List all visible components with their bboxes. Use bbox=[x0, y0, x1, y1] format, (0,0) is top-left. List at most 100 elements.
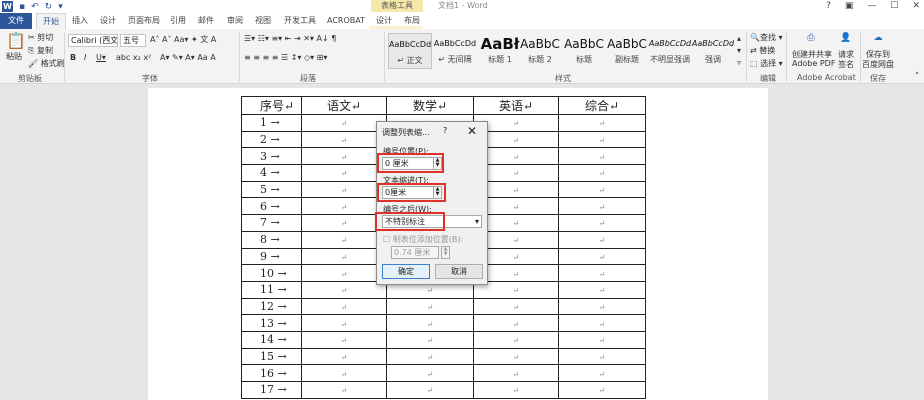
text-effects-icon[interactable]: A▾ ✎▾ A▾ Aa A bbox=[160, 53, 216, 62]
style-subtitle[interactable]: AaBbC 副标题 bbox=[605, 33, 649, 69]
font-name-select[interactable]: Calibri (西文正 bbox=[68, 34, 118, 47]
customize-toolbar-icon[interactable]: ▾ bbox=[58, 2, 63, 12]
italic-icon[interactable]: I bbox=[84, 53, 86, 62]
tab-review[interactable]: 审阅 bbox=[227, 13, 243, 29]
table-cell[interactable]: ↵ bbox=[386, 330, 474, 349]
table-cell[interactable]: ↵ bbox=[386, 297, 474, 316]
table-cell[interactable]: ↵ bbox=[301, 214, 387, 232]
table-cell[interactable]: ↵ bbox=[473, 314, 559, 332]
tab-developer[interactable]: 开发工具 bbox=[284, 13, 316, 29]
row-number[interactable]: 8 → bbox=[241, 230, 302, 249]
table-cell[interactable]: ↵ bbox=[558, 347, 646, 366]
table-cell[interactable]: ↵ bbox=[558, 330, 646, 349]
row-number[interactable]: 1 → bbox=[241, 114, 302, 132]
table-cell[interactable]: ↵ bbox=[301, 280, 387, 299]
spin-down-icon[interactable]: ▼ bbox=[442, 252, 449, 257]
bullets-icon[interactable]: ☰▾ ☷▾ ≡▾ ⇤ ⇥ ✕▾ A↓ ¶ bbox=[244, 34, 336, 43]
align-left-icon[interactable]: ≡ ≡ ≡ ≡ ☰ ↕▾ ◇▾ ⊞▾ bbox=[244, 53, 327, 62]
styles-scroll-icon[interactable]: ▴ ▾ ▿ bbox=[737, 33, 741, 69]
row-number[interactable]: 15 → bbox=[241, 347, 302, 366]
style-normal[interactable]: AaBbCcDd ↵ 正文 bbox=[388, 33, 432, 69]
strikethrough-icon[interactable]: abc x₂ x² bbox=[116, 53, 151, 62]
find-button[interactable]: 🔍查找 ▾ bbox=[750, 32, 783, 43]
row-number[interactable]: 10 → bbox=[241, 264, 302, 282]
table-cell[interactable]: ↵ bbox=[558, 264, 646, 282]
row-number[interactable]: 13 → bbox=[241, 314, 302, 332]
table-cell[interactable]: ↵ bbox=[301, 247, 387, 266]
row-number[interactable]: 9 → bbox=[241, 247, 302, 266]
header-cell-index[interactable]: 序号↵ bbox=[241, 96, 302, 115]
help-icon[interactable]: ? bbox=[826, 0, 831, 12]
redo-icon[interactable]: ↻ bbox=[45, 2, 53, 12]
bold-icon[interactable]: B bbox=[70, 53, 76, 62]
style-heading-2[interactable]: AaBbC 标题 2 bbox=[518, 33, 562, 69]
table-cell[interactable]: ↵ bbox=[558, 314, 646, 332]
table-cell[interactable]: ↵ bbox=[558, 364, 646, 382]
tab-acrobat[interactable]: ACROBAT bbox=[327, 13, 365, 29]
table-cell[interactable]: ↵ bbox=[301, 180, 387, 199]
table-cell[interactable]: ↵ bbox=[558, 230, 646, 249]
table-cell[interactable]: ↵ bbox=[386, 347, 474, 366]
ok-button[interactable]: 确定 bbox=[382, 264, 430, 279]
format-painter-button[interactable]: 🖌 格式刷 bbox=[28, 58, 65, 69]
row-number[interactable]: 17 → bbox=[241, 381, 302, 399]
tab-mailings[interactable]: 邮件 bbox=[198, 13, 214, 29]
table-cell[interactable]: ↵ bbox=[301, 264, 387, 282]
header-cell-chinese[interactable]: 语文↵ bbox=[301, 96, 387, 115]
row-number[interactable]: 11 → bbox=[241, 280, 302, 299]
style-subtle-emphasis[interactable]: AaBbCcDd 不明显强调 bbox=[648, 33, 692, 69]
row-number[interactable]: 16 → bbox=[241, 364, 302, 382]
close-icon[interactable]: ✕ bbox=[912, 0, 920, 12]
minimize-icon[interactable]: — bbox=[867, 0, 876, 12]
table-cell[interactable]: ↵ bbox=[301, 381, 387, 399]
row-number[interactable]: 12 → bbox=[241, 297, 302, 316]
table-cell[interactable]: ↵ bbox=[558, 247, 646, 266]
maximize-icon[interactable]: ☐ bbox=[890, 0, 898, 12]
underline-icon[interactable]: U▾ bbox=[96, 53, 106, 62]
ribbon-display-icon[interactable]: ▣ bbox=[845, 0, 854, 12]
tab-references[interactable]: 引用 bbox=[170, 13, 186, 29]
table-cell[interactable]: ↵ bbox=[473, 364, 559, 382]
row-number[interactable]: 3 → bbox=[241, 147, 302, 166]
table-cell[interactable]: ↵ bbox=[301, 147, 387, 166]
table-cell[interactable]: ↵ bbox=[558, 180, 646, 199]
request-sign-icon[interactable]: 👤 bbox=[838, 32, 854, 44]
tab-home[interactable]: 开始 bbox=[36, 13, 66, 29]
tab-insert[interactable]: 插入 bbox=[72, 13, 88, 29]
table-cell[interactable]: ↵ bbox=[301, 164, 387, 182]
table-cell[interactable]: ↵ bbox=[558, 147, 646, 166]
table-cell[interactable]: ↵ bbox=[301, 330, 387, 349]
table-cell[interactable]: ↵ bbox=[558, 381, 646, 399]
row-number[interactable]: 14 → bbox=[241, 330, 302, 349]
tab-file[interactable]: 文件 bbox=[0, 13, 32, 29]
cut-button[interactable]: ✂ 剪切 bbox=[28, 32, 53, 43]
table-cell[interactable]: ↵ bbox=[473, 347, 559, 366]
table-cell[interactable]: ↵ bbox=[558, 214, 646, 232]
table-cell[interactable]: ↵ bbox=[301, 197, 387, 216]
table-cell[interactable]: ↵ bbox=[301, 364, 387, 382]
table-cell[interactable]: ↵ bbox=[473, 381, 559, 399]
table-cell[interactable]: ↵ bbox=[558, 197, 646, 216]
style-heading-1[interactable]: AaBł 标题 1 bbox=[478, 33, 522, 69]
tab-table-layout[interactable]: 布局 bbox=[404, 13, 420, 29]
tabstop-input[interactable]: 0.74 厘米 bbox=[391, 246, 439, 259]
tab-view[interactable]: 视图 bbox=[255, 13, 271, 29]
row-number[interactable]: 7 → bbox=[241, 214, 302, 232]
baidu-cloud-icon[interactable]: ☁ bbox=[870, 32, 886, 44]
header-cell-general[interactable]: 综合↵ bbox=[558, 96, 646, 115]
table-cell[interactable]: ↵ bbox=[558, 114, 646, 132]
table-cell[interactable]: ↵ bbox=[558, 164, 646, 182]
table-cell[interactable]: ↵ bbox=[558, 280, 646, 299]
save-icon[interactable]: ▪ bbox=[19, 2, 25, 12]
table-cell[interactable]: ↵ bbox=[386, 314, 474, 332]
select-button[interactable]: ⬚ 选择 ▾ bbox=[750, 58, 783, 69]
table-cell[interactable]: ↵ bbox=[473, 330, 559, 349]
row-number[interactable]: 4 → bbox=[241, 164, 302, 182]
style-emphasis[interactable]: AaBbCcDd 强调 bbox=[691, 33, 735, 69]
table-cell[interactable]: ↵ bbox=[301, 230, 387, 249]
grow-font-icon[interactable]: A˄ A˅ Aa▾ ✦ 文 A bbox=[150, 34, 216, 45]
table-cell[interactable]: ↵ bbox=[301, 314, 387, 332]
tabstop-spinner[interactable]: ▲ ▼ bbox=[441, 246, 450, 259]
copy-button[interactable]: ⎘ 复制 bbox=[28, 45, 53, 56]
style-no-spacing[interactable]: AaBbCcDd ↵ 无间隔 bbox=[433, 33, 477, 69]
